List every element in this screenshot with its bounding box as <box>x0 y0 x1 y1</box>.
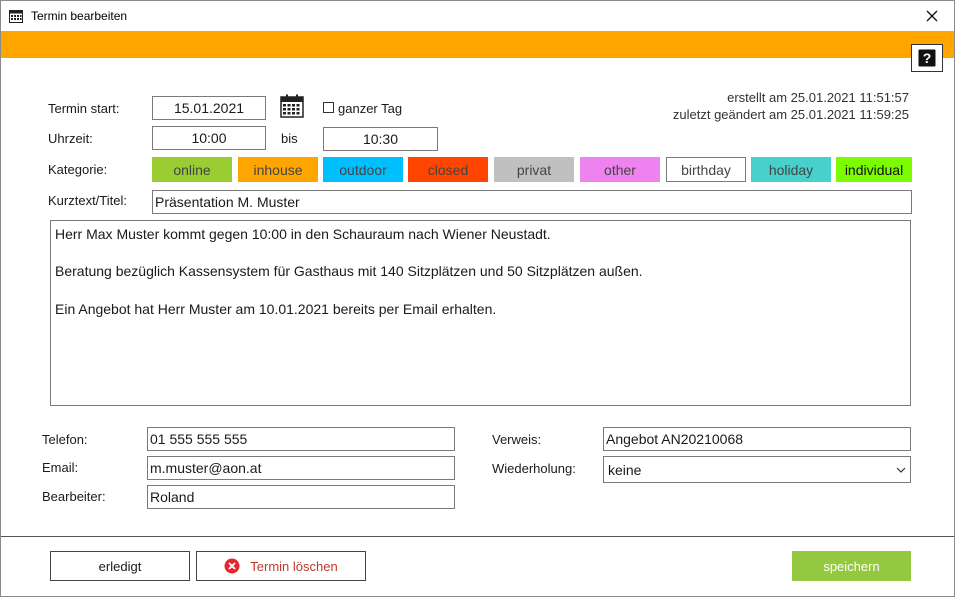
title-bar: Termin bearbeiten <box>1 1 954 31</box>
close-icon <box>926 10 938 22</box>
repeat-label: Wiederholung: <box>492 461 576 476</box>
start-label: Termin start: <box>48 101 120 116</box>
save-button-label: speichern <box>823 558 880 574</box>
svg-text:?: ? <box>923 50 932 66</box>
category-inhouse[interactable]: inhouse <box>238 157 318 182</box>
created-timestamp: erstellt am 25.01.2021 11:51:57 <box>727 90 909 105</box>
modified-timestamp: zuletzt geändert am 25.01.2021 11:59:25 <box>672 107 909 122</box>
description-textarea[interactable]: Herr Max Muster kommt gegen 10:00 in den… <box>50 220 911 406</box>
category-individual[interactable]: individual <box>836 157 912 182</box>
calendar-picker-icon[interactable] <box>280 94 304 118</box>
accent-bar <box>1 31 954 58</box>
category-closed[interactable]: closed <box>408 157 488 182</box>
save-button[interactable]: speichern <box>792 551 911 581</box>
start-date-field[interactable]: 15.01.2021 <box>152 96 266 120</box>
phone-field[interactable]: 01 555 555 555 <box>147 427 455 451</box>
calendar-app-icon <box>9 10 23 23</box>
category-other[interactable]: other <box>580 157 660 182</box>
help-icon: ? <box>918 49 936 67</box>
category-birthday[interactable]: birthday <box>666 157 746 182</box>
email-field[interactable]: m.muster@aon.at <box>147 456 455 480</box>
help-button[interactable]: ? <box>911 44 943 72</box>
footer-divider <box>1 536 954 537</box>
repeat-select[interactable]: keine <box>603 456 911 483</box>
chevron-down-icon <box>896 467 906 473</box>
delete-button[interactable]: Termin löschen <box>196 551 366 581</box>
editor-label: Bearbeiter: <box>42 489 106 504</box>
time-to-field[interactable]: 10:30 <box>323 127 438 151</box>
editor-field[interactable]: Roland <box>147 485 455 509</box>
allday-label: ganzer Tag <box>338 101 403 116</box>
category-holiday[interactable]: holiday <box>751 157 831 182</box>
window-title: Termin bearbeiten <box>31 9 128 23</box>
title-field[interactable]: Präsentation M. Muster <box>152 190 912 214</box>
description-line: Beratung bezüglich Kassensystem für Gast… <box>55 263 643 280</box>
phone-label: Telefon: <box>42 432 88 447</box>
repeat-selected-value: keine <box>608 461 642 478</box>
time-separator: bis <box>281 131 298 146</box>
time-label: Uhrzeit: <box>48 131 93 146</box>
email-label: Email: <box>42 460 79 475</box>
done-button[interactable]: erledigt <box>50 551 190 581</box>
allday-checkbox[interactable] <box>323 102 334 113</box>
dialog-window: Termin bearbeiten ? Termin start: 15.01.… <box>0 0 955 597</box>
delete-button-label: Termin löschen <box>250 558 338 574</box>
title-label: Kurztext/Titel: <box>48 193 127 208</box>
time-from-field[interactable]: 10:00 <box>152 126 266 150</box>
description-line: Ein Angebot hat Herr Muster am 10.01.202… <box>55 300 497 317</box>
done-button-label: erledigt <box>98 558 142 574</box>
category-outdoor[interactable]: outdoor <box>323 157 403 182</box>
close-button[interactable] <box>910 1 954 31</box>
ref-label: Verweis: <box>492 432 542 447</box>
delete-icon <box>224 558 240 574</box>
category-online[interactable]: online <box>152 157 232 182</box>
category-privat[interactable]: privat <box>494 157 574 182</box>
description-line: Herr Max Muster kommt gegen 10:00 in den… <box>55 226 551 242</box>
category-label: Kategorie: <box>48 162 108 177</box>
ref-field[interactable]: Angebot AN20210068 <box>603 427 911 451</box>
